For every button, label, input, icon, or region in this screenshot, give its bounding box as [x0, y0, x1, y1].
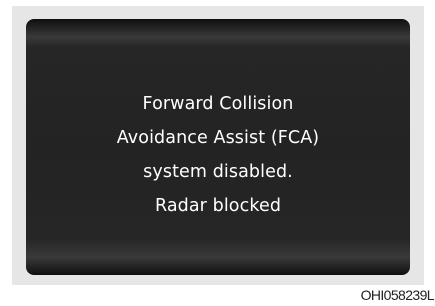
- warning-message-line-4: Radar blocked: [154, 196, 282, 216]
- figure-code: OHI058239L: [360, 287, 435, 303]
- warning-message-line-3: system disabled.: [143, 162, 293, 182]
- warning-message: Forward Collision Avoidance Assist (FCA)…: [26, 87, 410, 223]
- cluster-display: Forward Collision Avoidance Assist (FCA)…: [26, 19, 410, 275]
- warning-message-line-1: Forward Collision: [142, 94, 294, 114]
- warning-message-line-2: Avoidance Assist (FCA): [116, 128, 320, 148]
